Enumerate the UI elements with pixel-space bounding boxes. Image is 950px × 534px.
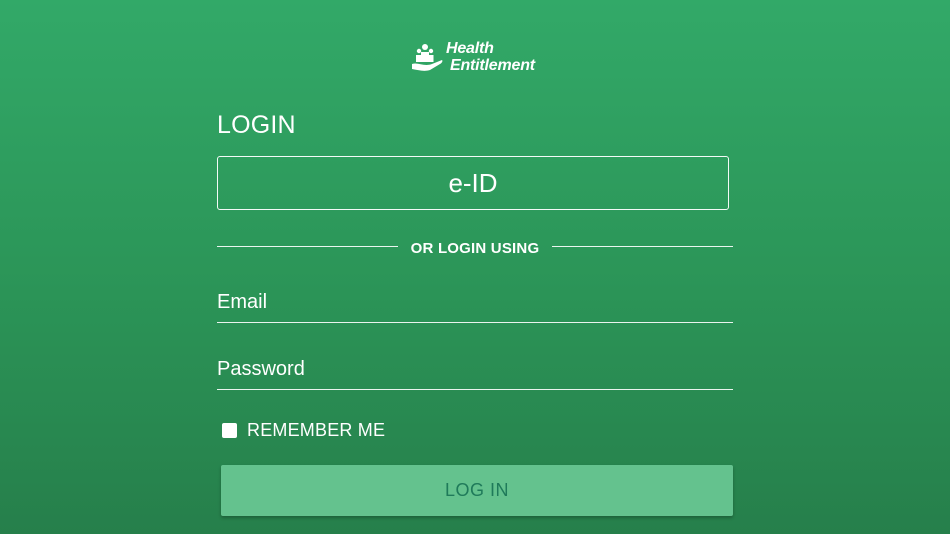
divider-line-left [217, 246, 398, 247]
eid-login-button[interactable]: e-ID [217, 156, 729, 210]
page-title: LOGIN [217, 111, 296, 139]
or-divider: OR LOGIN USING [217, 236, 733, 260]
password-field[interactable] [217, 349, 733, 390]
logo-wordmark: Health Entitlement [446, 40, 535, 74]
divider-line-right [552, 246, 733, 247]
remember-me-checkbox[interactable] [222, 423, 237, 438]
logo-line-2: Entitlement [450, 57, 535, 74]
email-field[interactable] [217, 282, 733, 323]
app-logo: Health Entitlement [410, 38, 545, 76]
remember-me-label[interactable]: REMEMBER ME [247, 420, 385, 441]
family-hand-icon [412, 44, 443, 71]
logo-line-1: Health [446, 40, 494, 57]
divider-text: OR LOGIN USING [410, 240, 540, 257]
login-button[interactable]: LOG IN [221, 465, 733, 516]
remember-me-row: REMEMBER ME [222, 420, 385, 441]
